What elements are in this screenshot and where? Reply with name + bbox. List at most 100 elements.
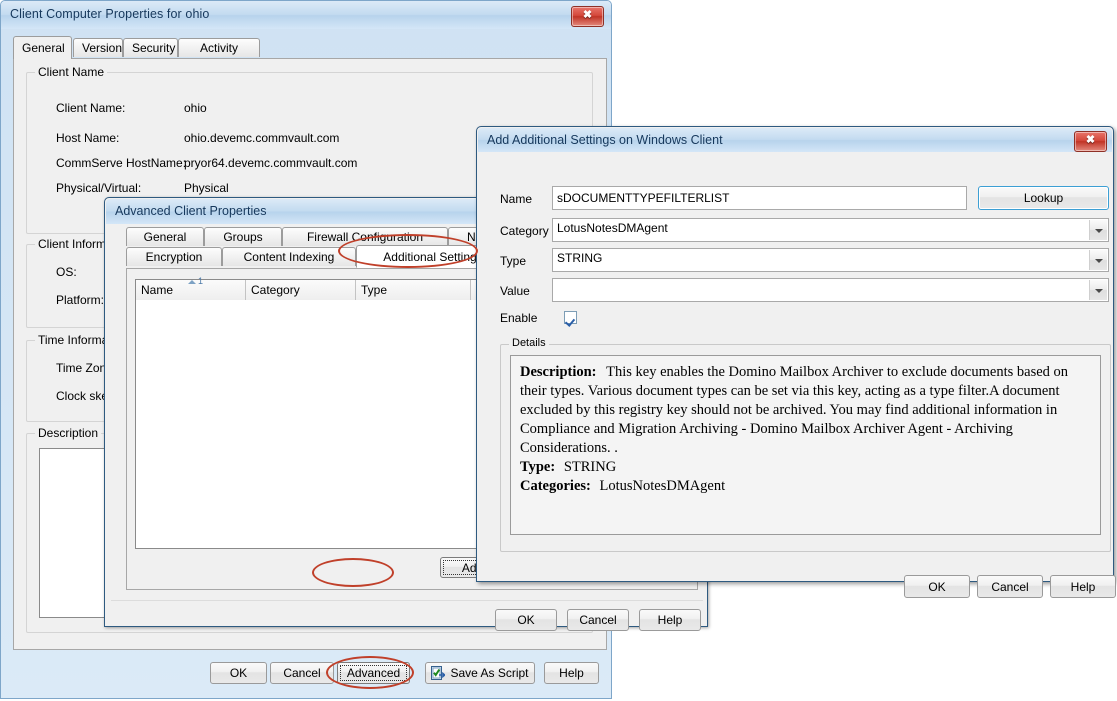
client-name-label: Client Name: <box>56 101 125 115</box>
group-description-legend: Description <box>35 426 101 440</box>
value-field-label: Value <box>500 284 530 298</box>
add-dialog-ok-button[interactable]: OK <box>904 575 970 598</box>
name-field-label: Name <box>500 192 532 206</box>
advanced-cancel-button-label: Cancel <box>579 613 616 627</box>
add-dialog-button-bar: OK Cancel Help <box>482 558 1110 598</box>
commserve-hostname-label: CommServe HostName: <box>56 156 186 170</box>
category-combobox[interactable]: LotusNotesDMAgent <box>552 218 1109 242</box>
group-details-legend: Details <box>509 337 549 349</box>
tab-version[interactable]: Version <box>73 38 123 57</box>
grid-column-name[interactable]: 1 Name <box>136 280 246 300</box>
main-window-title: Client Computer Properties for ohio <box>10 7 209 21</box>
main-cancel-button[interactable]: Cancel <box>270 662 334 684</box>
adv-tab-content-indexing[interactable]: Content Indexing <box>222 247 356 266</box>
lookup-button-label: Lookup <box>1024 191 1063 205</box>
sort-order-number: 1 <box>198 276 203 286</box>
add-dialog-help-button-label: Help <box>1071 580 1096 594</box>
grid-column-type[interactable]: Type <box>356 280 471 300</box>
os-label: OS: <box>56 265 77 279</box>
adv-tab-groups[interactable]: Groups <box>204 227 282 246</box>
main-help-button[interactable]: Help <box>544 662 599 684</box>
tab-version-label: Version <box>82 41 122 55</box>
chevron-down-icon[interactable] <box>1089 280 1107 300</box>
adv-tab-encryption-label: Encryption <box>146 250 203 264</box>
group-client-name-legend: Client Name <box>35 65 107 79</box>
category-combobox-value: LotusNotesDMAgent <box>557 221 668 235</box>
grid-column-category[interactable]: Category <box>246 280 356 300</box>
main-help-button-label: Help <box>559 666 584 680</box>
chevron-down-icon[interactable] <box>1089 220 1107 240</box>
adv-tab-general-label: General <box>144 230 187 244</box>
category-field-label: Category <box>500 224 549 238</box>
main-advanced-button[interactable]: Advanced <box>337 662 410 684</box>
grid-column-type-label: Type <box>361 283 387 297</box>
type-field-label: Type <box>500 254 526 268</box>
main-window-button-bar: OK Cancel Advanced Save As Script <box>7 653 607 697</box>
adv-tab-additional-settings-label: Additional Settings <box>383 250 482 264</box>
add-dialog-help-button[interactable]: Help <box>1050 575 1116 598</box>
details-categories-value: LotusNotesDMAgent <box>599 478 725 494</box>
main-save-as-script-button-label: Save As Script <box>450 666 528 680</box>
type-combobox[interactable]: STRING <box>552 248 1109 272</box>
main-cancel-button-label: Cancel <box>283 666 320 680</box>
type-combobox-value: STRING <box>557 251 602 265</box>
advanced-ok-button-label: OK <box>517 613 534 627</box>
details-description-label: Description: <box>520 364 597 380</box>
platform-label: Platform: <box>56 293 104 307</box>
name-input[interactable] <box>552 186 967 210</box>
add-dialog-titlebar: Add Additional Settings on Windows Clien… <box>478 128 1112 152</box>
main-window-titlebar: Client Computer Properties for ohio <box>1 1 611 29</box>
tab-general[interactable]: General <box>13 36 72 59</box>
physical-virtual-label: Physical/Virtual: <box>56 181 141 195</box>
advanced-button-bar: OK Cancel Help <box>111 601 703 641</box>
add-additional-settings-dialog: Add Additional Settings on Windows Clien… <box>476 126 1114 582</box>
details-panel: Description: This key enables the Domino… <box>510 355 1101 535</box>
add-dialog-cancel-button[interactable]: Cancel <box>977 575 1043 598</box>
details-type-label: Type: <box>520 459 555 475</box>
client-name-value: ohio <box>184 101 207 115</box>
main-save-as-script-button[interactable]: Save As Script <box>425 662 535 684</box>
main-ok-button-label: OK <box>230 666 247 680</box>
add-dialog-ok-button-label: OK <box>928 580 945 594</box>
add-dialog-title: Add Additional Settings on Windows Clien… <box>487 133 723 147</box>
tab-activity-control[interactable]: Activity Control <box>178 38 260 57</box>
tab-general-label: General <box>22 41 65 55</box>
advanced-cancel-button[interactable]: Cancel <box>567 609 629 631</box>
physical-virtual-value: Physical <box>184 181 229 195</box>
add-dialog-body: Name Lookup Category LotusNotesDMAgent T… <box>482 152 1108 576</box>
adv-tab-firewall-configuration-label: Firewall Configuration <box>307 230 423 244</box>
grid-column-name-label: Name <box>141 283 173 297</box>
focus-ring <box>340 665 407 681</box>
advanced-help-button[interactable]: Help <box>639 609 701 631</box>
grid-column-category-label: Category <box>251 283 300 297</box>
sort-ascending-icon: 1 <box>188 271 203 291</box>
details-type-value: STRING <box>564 459 616 475</box>
advanced-ok-button[interactable]: OK <box>495 609 557 631</box>
adv-tab-groups-label: Groups <box>223 230 262 244</box>
advanced-window-title: Advanced Client Properties <box>115 204 266 218</box>
value-combobox[interactable] <box>552 278 1109 302</box>
adv-tab-general[interactable]: General <box>126 227 204 246</box>
tab-security[interactable]: Security <box>123 38 178 57</box>
enable-field-label: Enable <box>500 311 537 325</box>
details-description-text: This key enables the Domino Mailbox Arch… <box>520 364 1068 456</box>
close-icon[interactable] <box>571 6 604 27</box>
group-details: Details Description: This key enables th… <box>500 344 1111 552</box>
lookup-button[interactable]: Lookup <box>978 186 1109 210</box>
add-dialog-cancel-button-label: Cancel <box>991 580 1028 594</box>
advanced-help-button-label: Help <box>658 613 683 627</box>
enable-checkbox[interactable] <box>564 311 577 324</box>
adv-tab-firewall-configuration[interactable]: Firewall Configuration <box>282 227 448 246</box>
tab-security-label: Security <box>132 41 175 55</box>
host-name-value: ohio.devemc.commvault.com <box>184 131 339 145</box>
chevron-down-icon[interactable] <box>1089 250 1107 270</box>
details-categories-label: Categories: <box>520 478 591 494</box>
save-as-script-icon <box>431 666 445 680</box>
host-name-label: Host Name: <box>56 131 119 145</box>
main-tabstrip: General Version Security Activity Contro… <box>13 36 605 58</box>
adv-tab-encryption[interactable]: Encryption <box>126 247 222 266</box>
adv-tab-content-indexing-label: Content Indexing <box>244 250 335 264</box>
close-icon[interactable] <box>1074 131 1107 152</box>
main-ok-button[interactable]: OK <box>210 662 267 684</box>
commserve-hostname-value: pryor64.devemc.commvault.com <box>184 156 357 170</box>
